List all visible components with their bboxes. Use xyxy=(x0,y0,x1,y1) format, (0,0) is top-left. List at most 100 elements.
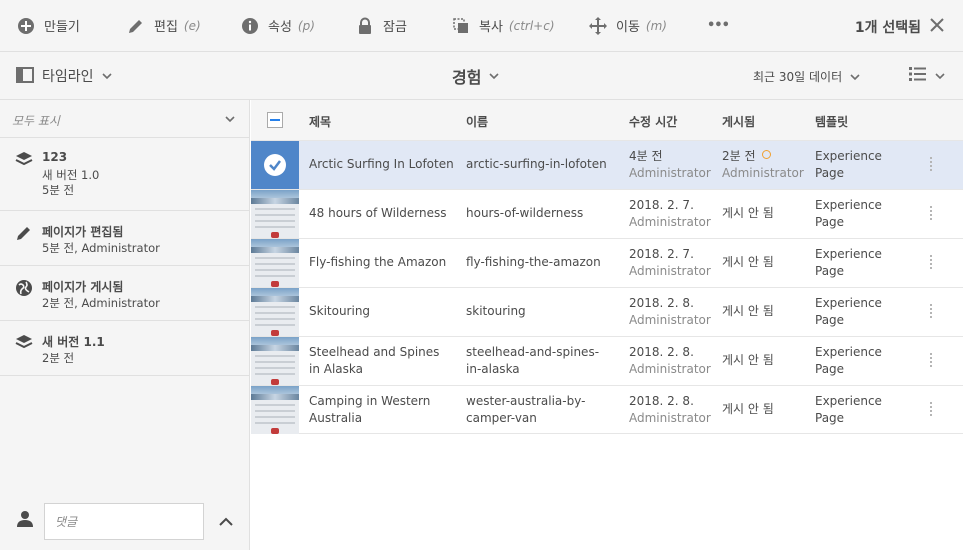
more-vertical-icon[interactable] xyxy=(929,157,933,173)
row-name: skitouring xyxy=(466,304,526,318)
move-button[interactable]: 이동 (m) xyxy=(588,0,667,52)
row-thumbnail[interactable] xyxy=(251,141,299,189)
lock-button[interactable]: 잠금 xyxy=(355,0,407,52)
checkmark-icon xyxy=(264,154,286,176)
more-vertical-icon[interactable] xyxy=(929,353,933,369)
chevron-down-icon xyxy=(935,72,945,79)
timeline-item[interactable]: 페이지가 편집됨 5분 전, Administrator xyxy=(0,211,249,266)
row-template: Experience Page xyxy=(815,149,882,180)
create-label: 만들기 xyxy=(44,20,80,35)
table-row[interactable]: 48 hours of Wilderness hours-of-wilderne… xyxy=(251,189,963,238)
chevron-up-icon[interactable] xyxy=(218,514,234,530)
move-icon xyxy=(588,16,608,36)
chevron-down-icon xyxy=(489,73,500,80)
list-view-icon xyxy=(909,66,927,85)
table-row[interactable]: Skitouring skitouring 2018. 2. 8. Admini… xyxy=(251,287,963,336)
more-button[interactable]: ••• xyxy=(707,0,730,52)
date-filter[interactable]: 최근 30일 데이터 xyxy=(753,68,860,85)
row-template: Experience Page xyxy=(815,198,882,229)
properties-button[interactable]: 속성 (p) xyxy=(240,0,315,52)
timeline-filter-label: 모두 표시 xyxy=(12,114,60,128)
row-published: 게시 안 됨 xyxy=(722,353,774,367)
row-title: Camping in Western Australia xyxy=(309,394,431,425)
lock-label: 잠금 xyxy=(383,20,407,35)
header-modified[interactable]: 수정 시간 xyxy=(629,113,677,130)
timeline-item-detail: 새 버전 1.0 xyxy=(42,168,100,182)
layers-icon xyxy=(15,334,33,352)
header-name[interactable]: 이름 xyxy=(466,113,488,130)
pencil-icon xyxy=(126,16,146,36)
row-modified: 2018. 2. 7. xyxy=(629,247,694,261)
timeline-item[interactable]: 새 버전 1.1 2분 전 xyxy=(0,321,249,376)
header-title[interactable]: 제목 xyxy=(309,113,331,130)
row-name: wester-australia-by-camper-van xyxy=(466,394,586,425)
table-row[interactable]: Camping in Western Australia wester-aust… xyxy=(251,385,963,434)
action-bar: 만들기 편집 (e) 속성 (p) 잠금 복사 (ctrl+c) 이동 (m) xyxy=(0,0,963,52)
header-template[interactable]: 템플릿 xyxy=(815,113,848,130)
row-thumbnail[interactable] xyxy=(251,239,299,287)
row-published: 게시 안 됨 xyxy=(722,206,774,220)
comment-input[interactable] xyxy=(44,503,204,540)
copy-icon xyxy=(451,16,471,36)
timeline-item-title: 페이지가 게시됨 xyxy=(42,280,124,294)
timeline-item-time: 5분 전 xyxy=(42,183,75,197)
rail-toggle[interactable]: 타임라인 xyxy=(16,66,112,86)
properties-shortcut: (p) xyxy=(297,18,315,33)
page-title-label: 경험 xyxy=(452,68,482,87)
header-published[interactable]: 게시됨 xyxy=(722,113,755,130)
row-thumbnail[interactable] xyxy=(251,337,299,385)
timeline-item-detail: 2분 전 xyxy=(42,351,75,365)
more-vertical-icon[interactable] xyxy=(929,206,933,222)
table-row[interactable]: Arctic Surfing In Lofoten arctic-surfing… xyxy=(251,140,963,189)
timeline-item[interactable]: 123 새 버전 1.0 5분 전 xyxy=(0,138,249,211)
table-row[interactable]: Fly-fishing the Amazon fly-fishing-the-a… xyxy=(251,238,963,287)
row-template: Experience Page xyxy=(815,296,882,327)
row-name: steelhead-and-spines-in-alaska xyxy=(466,345,600,376)
more-vertical-icon[interactable] xyxy=(929,304,933,320)
more-vertical-icon[interactable] xyxy=(929,402,933,418)
chevron-down-icon xyxy=(101,73,112,80)
row-title: 48 hours of Wilderness xyxy=(309,206,447,220)
more-icon: ••• xyxy=(707,18,730,33)
select-all-checkbox[interactable] xyxy=(267,112,283,128)
selection-count: 1개 선택됨 xyxy=(854,20,921,36)
close-icon[interactable] xyxy=(929,17,947,35)
row-modified: 4분 전 xyxy=(629,149,663,163)
row-title: Skitouring xyxy=(309,304,371,318)
row-published: 2분 전 xyxy=(722,148,771,165)
row-modified-by: Administrator xyxy=(629,215,711,229)
table-row[interactable]: Steelhead and Spines in Alaska steelhead… xyxy=(251,336,963,385)
lock-icon xyxy=(355,16,375,36)
rail-toggle-label: 타임라인 xyxy=(42,69,94,85)
row-published-by: Administrator xyxy=(722,166,804,180)
copy-label: 복사 xyxy=(479,20,503,35)
timeline-rail: 모두 표시 123 새 버전 1.0 5분 전 페이지가 편집됨 5분 전, A… xyxy=(0,100,250,550)
create-button[interactable]: 만들기 xyxy=(16,0,80,52)
more-vertical-icon[interactable] xyxy=(929,255,933,271)
move-label: 이동 xyxy=(616,20,640,35)
row-thumbnail[interactable] xyxy=(251,288,299,336)
row-template: Experience Page xyxy=(815,247,882,278)
row-modified-by: Administrator xyxy=(629,362,711,376)
row-modified: 2018. 2. 8. xyxy=(629,296,694,310)
row-name: arctic-surfing-in-lofoten xyxy=(466,157,607,171)
timeline-filter-select[interactable]: 모두 표시 xyxy=(0,100,249,138)
view-switcher[interactable] xyxy=(909,66,945,85)
row-modified: 2018. 2. 7. xyxy=(629,198,694,212)
edit-button[interactable]: 편집 (e) xyxy=(126,0,201,52)
edit-shortcut: (e) xyxy=(183,18,201,33)
copy-button[interactable]: 복사 (ctrl+c) xyxy=(451,0,555,52)
row-name: hours-of-wilderness xyxy=(466,206,584,220)
row-modified: 2018. 2. 8. xyxy=(629,394,694,408)
page-title[interactable]: 경험 xyxy=(452,64,500,88)
row-thumbnail[interactable] xyxy=(251,386,299,434)
row-published-time: 2분 전 xyxy=(722,149,756,163)
row-title: Arctic Surfing In Lofoten xyxy=(309,157,454,171)
timeline-item-detail: 2분 전, Administrator xyxy=(42,296,160,310)
timeline-item[interactable]: 페이지가 게시됨 2분 전, Administrator xyxy=(0,266,249,321)
globe-icon xyxy=(15,279,33,297)
row-title: Steelhead and Spines in Alaska xyxy=(309,345,440,376)
edit-label: 편집 xyxy=(154,20,178,35)
timeline-item-title: 페이지가 편집됨 xyxy=(42,225,124,239)
row-thumbnail[interactable] xyxy=(251,190,299,238)
